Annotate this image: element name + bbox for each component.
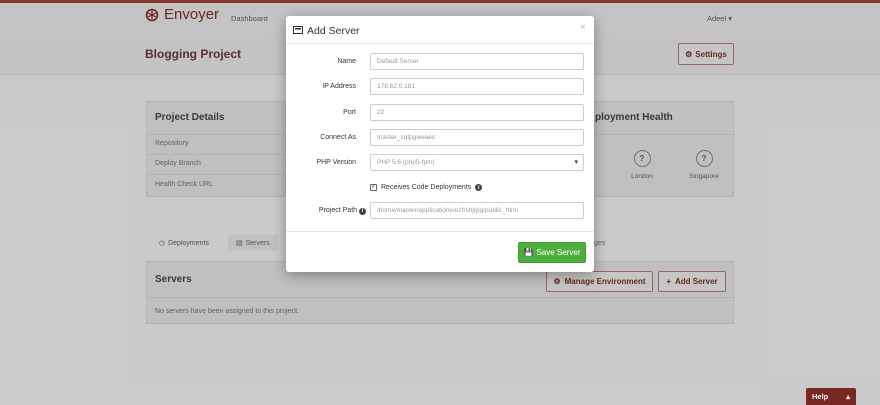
- php-version-value: PHP 5.6 (php5-fpm): [377, 159, 435, 166]
- name-input[interactable]: Default Server: [370, 53, 584, 70]
- receives-deployments-checkbox[interactable]: ✓: [370, 184, 377, 191]
- ip-address-input[interactable]: 178.62.0.181: [370, 78, 584, 95]
- close-icon[interactable]: ×: [580, 22, 586, 33]
- port-input[interactable]: 22: [370, 104, 584, 121]
- modal-header: Add Server ×: [286, 16, 594, 44]
- name-label: Name: [337, 58, 356, 65]
- project-path-label: Project Path i: [286, 207, 366, 215]
- port-label: Port: [343, 109, 356, 116]
- connect-as-label: Connect As: [320, 134, 356, 141]
- save-icon: 💾: [523, 248, 534, 257]
- php-version-label: PHP Version: [316, 159, 356, 166]
- project-path-label-text: Project Path: [318, 207, 358, 214]
- info-icon: i: [359, 207, 366, 215]
- info-icon: i: [475, 184, 483, 191]
- receives-deployments-row: ✓ Receives Code Deployments i: [370, 184, 483, 191]
- ip-address-label: IP Address: [322, 83, 356, 90]
- save-server-button[interactable]: 💾 Save Server: [518, 242, 586, 263]
- server-icon: [293, 26, 303, 34]
- connect-as-input[interactable]: master_cqtpgweaec: [370, 129, 584, 146]
- modal-title: Add Server: [307, 25, 360, 37]
- modal-footer-divider: [286, 231, 594, 232]
- project-path-input[interactable]: /home/master/applications/ezfrshjrpg/pub…: [370, 202, 584, 219]
- save-server-label: Save Server: [536, 248, 581, 257]
- receives-deployments-label: Receives Code Deployments: [381, 184, 472, 191]
- caret-down-icon: ▾: [574, 159, 578, 166]
- add-server-modal: Add Server × Name Default Server IP Addr…: [286, 16, 594, 272]
- php-version-select[interactable]: PHP 5.6 (php5-fpm) ▾: [370, 154, 584, 171]
